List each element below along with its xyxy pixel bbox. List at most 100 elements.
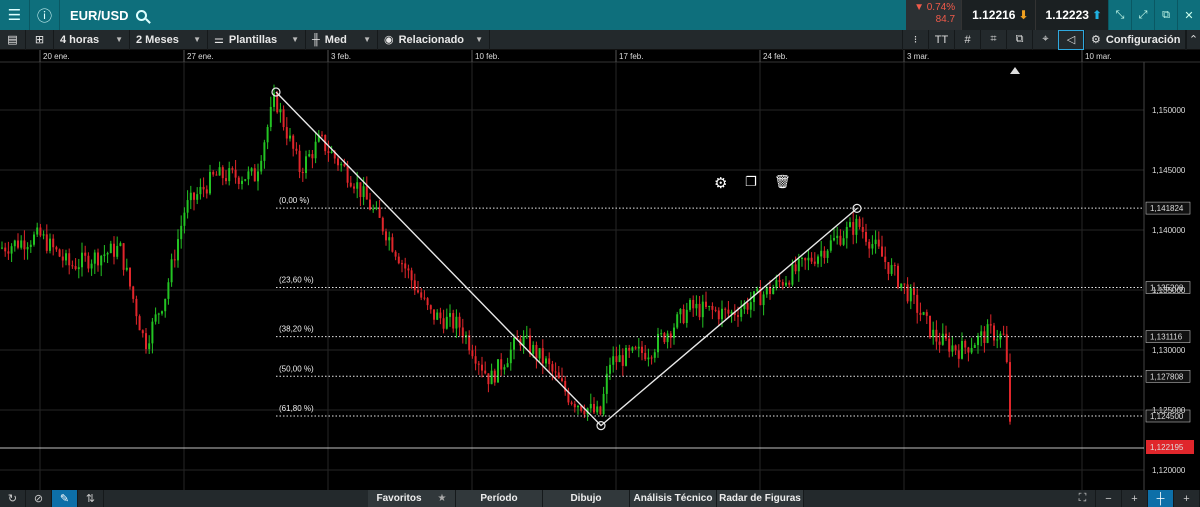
settings-button[interactable]: ⚙ Configuración bbox=[1084, 29, 1186, 50]
candle-body bbox=[471, 350, 474, 357]
price-scale-icon[interactable]: ⁝ bbox=[902, 29, 928, 50]
templates-select[interactable]: ⚌ Plantillas ▼ bbox=[208, 29, 306, 50]
candle-body bbox=[45, 234, 48, 251]
popout-icon[interactable]: ⧉ bbox=[1154, 0, 1177, 30]
crosshair-grid-icon[interactable]: ⌗ bbox=[980, 29, 1006, 50]
candle-body bbox=[817, 256, 819, 264]
collapse-icon[interactable]: ⌃ bbox=[1186, 29, 1200, 50]
candle-body bbox=[724, 308, 727, 310]
search-icon[interactable] bbox=[135, 9, 147, 21]
price-chart[interactable]: 20 ene. 27 ene. 3 feb. 10 feb. 17 feb. 24 feb… bbox=[0, 50, 1200, 490]
chart-type-select[interactable]: ╫ Med ▼ bbox=[306, 29, 378, 50]
candle-body bbox=[244, 179, 247, 181]
grid-icon[interactable]: # bbox=[954, 29, 980, 50]
tab-technical-analysis[interactable]: Análisis Técnico bbox=[630, 490, 717, 507]
change-points: 84.7 bbox=[935, 14, 956, 25]
candle-body bbox=[205, 189, 208, 194]
copy-icon[interactable]: ❐ bbox=[745, 174, 757, 190]
candle-body bbox=[839, 235, 842, 245]
candle-body bbox=[407, 268, 410, 271]
scroll-marker-icon[interactable] bbox=[1010, 67, 1020, 74]
candle-body bbox=[890, 265, 893, 274]
crosshair-icon[interactable]: ⌖ bbox=[1032, 29, 1058, 50]
layout-icon[interactable]: ⊞ bbox=[26, 29, 54, 50]
close-icon[interactable]: ✕ bbox=[1177, 0, 1200, 30]
candle-body bbox=[490, 370, 493, 385]
candle-body bbox=[794, 264, 797, 272]
candle-body bbox=[653, 352, 656, 358]
expand-icon[interactable]: ⤡ bbox=[1108, 0, 1131, 30]
tab-drawing[interactable]: Dibujo bbox=[543, 490, 630, 507]
candle-body bbox=[621, 355, 624, 366]
candle-body bbox=[628, 347, 631, 351]
tab-pattern-radar[interactable]: Radar de Figuras bbox=[717, 490, 804, 507]
add-icon[interactable]: + bbox=[1174, 490, 1200, 507]
crosshair-toggle-icon[interactable]: ┼ bbox=[1148, 490, 1174, 507]
timeframe-select[interactable]: 4 horas ▼ bbox=[54, 29, 130, 50]
candle-body bbox=[311, 154, 314, 159]
candle-body bbox=[209, 171, 211, 194]
menu-icon[interactable]: ☰ bbox=[0, 0, 30, 30]
candle-body bbox=[458, 316, 461, 328]
candle-body bbox=[477, 363, 480, 365]
candle-body bbox=[637, 346, 640, 349]
candle-body bbox=[609, 364, 611, 374]
candle-body bbox=[548, 358, 551, 365]
pencil-icon[interactable]: ✎ bbox=[52, 490, 78, 507]
candle-body bbox=[599, 406, 602, 415]
range-select[interactable]: 2 Meses ▼ bbox=[130, 29, 208, 50]
candle-body bbox=[401, 263, 403, 265]
candle-body bbox=[423, 297, 426, 299]
tag-icon[interactable]: ◁ bbox=[1058, 29, 1084, 50]
candle-body bbox=[231, 168, 234, 170]
candle-body bbox=[468, 335, 471, 351]
buy-price-button[interactable]: 1.12223 ⬆ bbox=[1034, 0, 1108, 30]
gear-icon[interactable]: ⚙ bbox=[714, 174, 727, 192]
trash-icon[interactable]: 🗑 bbox=[774, 174, 791, 190]
info-icon[interactable]: ⓘ bbox=[30, 0, 60, 30]
candle-body bbox=[660, 333, 663, 335]
related-select[interactable]: ◉ Relacionado ▼ bbox=[378, 29, 490, 50]
candle-body bbox=[420, 292, 423, 298]
panel-toggle-icon[interactable]: ▤ bbox=[0, 29, 26, 50]
candle-body bbox=[858, 218, 861, 227]
hide-icon[interactable]: ⊘ bbox=[26, 490, 52, 507]
copy-layout-icon[interactable]: ⧉ bbox=[1006, 29, 1032, 50]
candle-body bbox=[10, 246, 13, 254]
candle-body bbox=[388, 237, 391, 241]
tab-favorites[interactable]: Favoritos ★ bbox=[368, 490, 456, 507]
candle-body bbox=[20, 240, 23, 248]
candle-body bbox=[737, 315, 739, 317]
tree-icon[interactable]: ⛶ bbox=[1070, 490, 1096, 507]
refresh-icon[interactable]: ↻ bbox=[0, 490, 26, 507]
candle-body bbox=[81, 252, 83, 268]
candle-body bbox=[602, 393, 605, 415]
candle-body bbox=[973, 345, 976, 348]
text-size-icon[interactable]: TT bbox=[928, 29, 954, 50]
zoom-in-icon[interactable]: + bbox=[1122, 490, 1148, 507]
candle-body bbox=[893, 265, 896, 267]
compress-icon[interactable]: ⤢ bbox=[1131, 0, 1154, 30]
symbol-selector[interactable]: EUR/USD bbox=[60, 8, 147, 23]
range-label: 2 Meses bbox=[136, 33, 179, 46]
sort-icon[interactable]: ⇅ bbox=[78, 490, 104, 507]
candle-body bbox=[749, 302, 752, 310]
sell-price-button[interactable]: 1.12216 ⬇ bbox=[961, 0, 1035, 30]
candle-body bbox=[919, 312, 922, 315]
candle-body bbox=[887, 262, 890, 274]
zigzag-drawing[interactable] bbox=[271, 87, 862, 431]
candle-body bbox=[87, 255, 90, 269]
chevron-down-icon: ▼ bbox=[115, 35, 123, 44]
candle-body bbox=[375, 207, 378, 209]
candle-body bbox=[673, 327, 675, 338]
candle-body bbox=[449, 313, 451, 317]
candle-body bbox=[327, 151, 330, 154]
candle-body bbox=[1005, 334, 1008, 363]
candle-body bbox=[551, 364, 554, 372]
tab-period[interactable]: Período bbox=[456, 490, 543, 507]
candle-body bbox=[196, 194, 199, 200]
candle-body bbox=[343, 164, 346, 167]
candle-body bbox=[557, 372, 560, 379]
zoom-out-icon[interactable]: − bbox=[1096, 490, 1122, 507]
candle-body bbox=[433, 309, 435, 320]
